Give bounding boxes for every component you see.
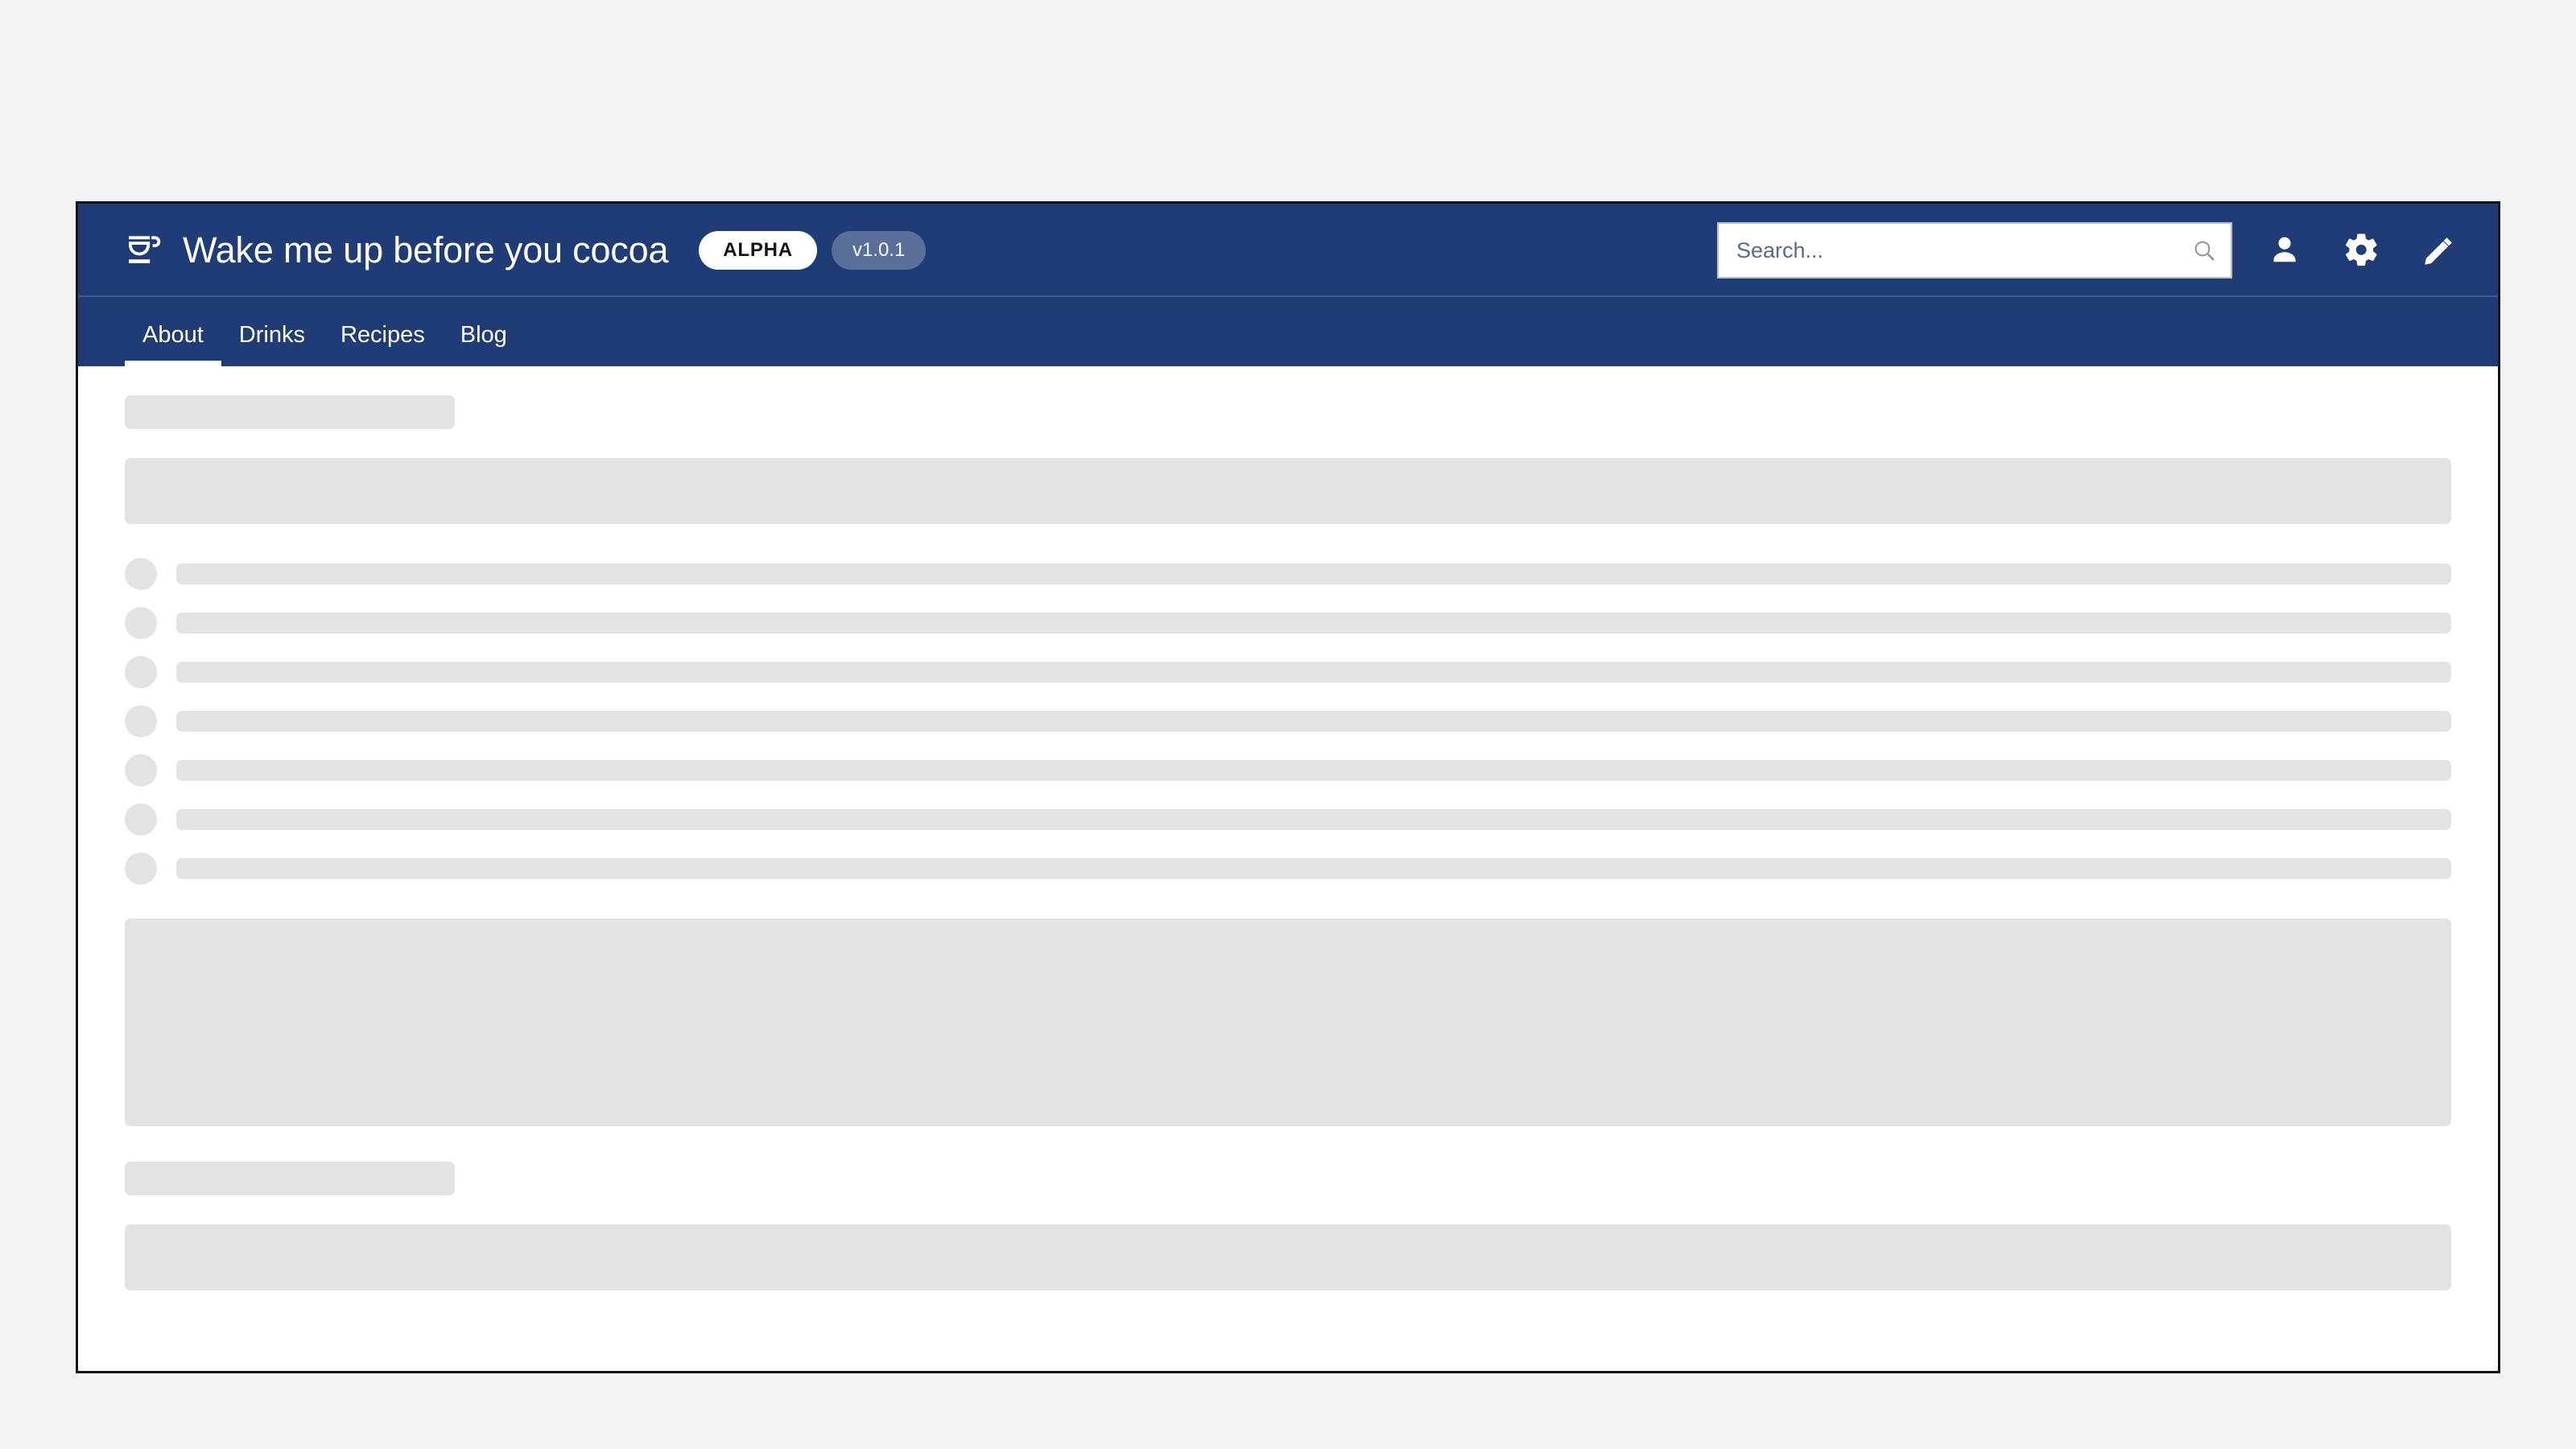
search-box[interactable] bbox=[1717, 222, 2232, 279]
main-nav: About Drinks Recipes Blog bbox=[78, 297, 2498, 366]
skeleton-line bbox=[176, 662, 2451, 683]
list-item bbox=[125, 803, 2451, 836]
nav-tab-recipes[interactable]: Recipes bbox=[323, 322, 443, 366]
skeleton-line bbox=[176, 564, 2451, 584]
skeleton-title bbox=[125, 395, 455, 429]
avatar bbox=[125, 852, 157, 885]
avatar bbox=[125, 803, 157, 836]
avatar bbox=[125, 656, 157, 688]
avatar bbox=[125, 754, 157, 786]
skeleton-footer bbox=[125, 1224, 2451, 1290]
nav-tab-blog[interactable]: Blog bbox=[443, 322, 525, 366]
nav-tab-about[interactable]: About bbox=[125, 322, 221, 366]
avatar bbox=[125, 607, 157, 639]
skeleton-subtitle bbox=[125, 1162, 455, 1195]
list-item bbox=[125, 852, 2451, 885]
app-window: Wake me up before you cocoa ALPHA v1.0.1 bbox=[76, 201, 2500, 1373]
app-header: Wake me up before you cocoa ALPHA v1.0.1 bbox=[78, 204, 2498, 297]
list-item bbox=[125, 558, 2451, 590]
brand[interactable]: Wake me up before you cocoa bbox=[125, 229, 668, 271]
skeleton-block bbox=[125, 919, 2451, 1126]
search-icon[interactable] bbox=[2190, 237, 2218, 264]
content-area bbox=[78, 366, 2498, 1371]
search-input[interactable] bbox=[1719, 224, 2231, 277]
skeleton-line bbox=[176, 613, 2451, 634]
list-item bbox=[125, 607, 2451, 639]
skeleton-hero bbox=[125, 458, 2451, 524]
gear-icon[interactable] bbox=[2337, 225, 2387, 275]
skeleton-line bbox=[176, 711, 2451, 732]
header-actions bbox=[1717, 222, 2498, 279]
version-badge: v1.0.1 bbox=[831, 231, 927, 270]
app-title: Wake me up before you cocoa bbox=[183, 229, 669, 270]
list-item bbox=[125, 754, 2451, 786]
account-icon[interactable] bbox=[2260, 225, 2310, 275]
avatar bbox=[125, 705, 157, 737]
badge-group: ALPHA v1.0.1 bbox=[699, 231, 927, 270]
avatar bbox=[125, 558, 157, 590]
list-item bbox=[125, 656, 2451, 688]
pencil-icon[interactable] bbox=[2414, 225, 2464, 275]
skeleton-row-list bbox=[125, 558, 2451, 885]
skeleton-line bbox=[176, 858, 2451, 879]
stage-badge: ALPHA bbox=[699, 231, 817, 270]
list-item bbox=[125, 705, 2451, 737]
coffee-cup-icon bbox=[129, 236, 161, 263]
skeleton-line bbox=[176, 760, 2451, 781]
nav-tab-drinks[interactable]: Drinks bbox=[221, 322, 323, 366]
skeleton-line bbox=[176, 809, 2451, 830]
